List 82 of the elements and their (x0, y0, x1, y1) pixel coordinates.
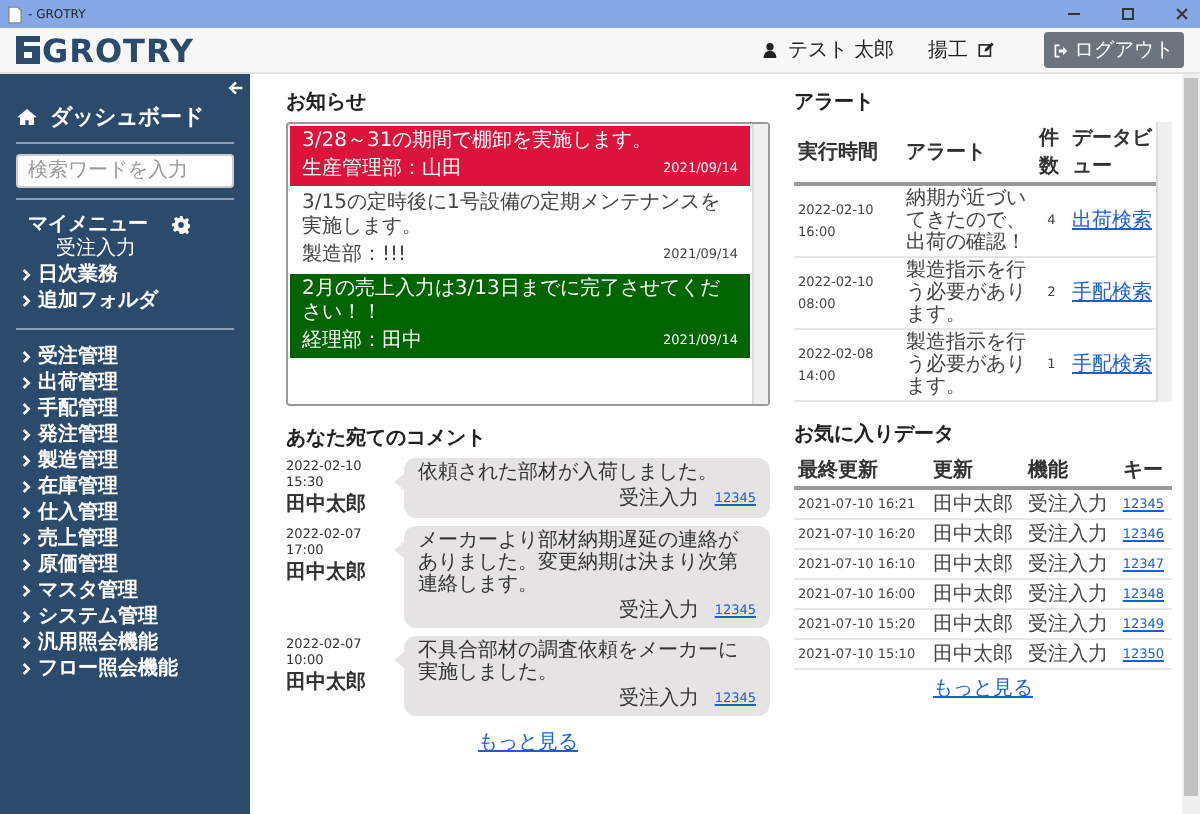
scrollbar[interactable] (1156, 122, 1172, 402)
comment-author: 田中太郎 (286, 490, 368, 518)
scrollbar[interactable] (752, 124, 768, 404)
table-cell: 受注入力 (1023, 579, 1119, 609)
menu-item[interactable]: 受注管理 (38, 344, 118, 370)
my-menu-item[interactable]: 受注入力 (16, 238, 234, 262)
comment-author: 田中太郎 (286, 668, 368, 696)
table-cell: 田中太郎 (928, 549, 1024, 579)
comment-message: 不具合部材の調査依頼をメーカーに実施しました。 (418, 640, 740, 684)
menu-item[interactable]: 仕入管理 (38, 500, 118, 526)
document-icon (8, 5, 22, 23)
folder-item[interactable]: 追加フォルダ (38, 288, 158, 314)
menu-item[interactable]: 売上管理 (38, 526, 118, 552)
menu-item[interactable]: システム管理 (38, 604, 158, 630)
logout-button[interactable]: ログアウト (1044, 32, 1184, 68)
search-link[interactable]: 手配検索 (1072, 354, 1152, 376)
menu-item[interactable]: 汎用照会機能 (38, 630, 158, 656)
maximize-icon[interactable] (1118, 4, 1138, 24)
settings-icon[interactable] (172, 215, 190, 233)
dashboard-link[interactable]: ダッシュボード (50, 102, 204, 132)
menu-item[interactable]: 製造管理 (38, 448, 118, 474)
table-cell: 納期が近づいてきたので、出荷の確認！ (902, 184, 1035, 257)
user-name: テスト 太郎 (787, 37, 894, 64)
comment-function: 受注入力 (618, 485, 699, 512)
comment-author: 田中太郎 (286, 558, 368, 586)
column-header: 最終更新 (794, 454, 929, 488)
menu-item[interactable]: フロー照会機能 (38, 656, 178, 682)
table-cell: 受注入力 (1023, 609, 1119, 639)
search-link[interactable]: 手配検索 (1072, 282, 1152, 304)
logout-icon (1054, 43, 1068, 57)
table-cell: 製造指示を行う必要があります。 (902, 257, 1035, 329)
table-cell: 受注入力 (1023, 639, 1119, 669)
search-field[interactable]: 検索ワードを入力 (16, 154, 234, 188)
table-cell: 受注入力 (1023, 519, 1119, 549)
comment-message: 依頼された部材が入荷しました。 (418, 462, 720, 484)
section-title: あなた宛てのコメント (286, 425, 488, 452)
table-cell: 製造指示を行う必要があります。 (902, 329, 1035, 401)
table-cell: 田中太郎 (928, 488, 1024, 519)
column-header: キー (1118, 454, 1172, 488)
search-link[interactable]: 出荷検索 (1072, 210, 1152, 232)
user-role: 揚工 (928, 38, 968, 64)
home-icon (16, 108, 38, 126)
menu-item[interactable]: 在庫管理 (38, 474, 118, 500)
table-cell: 田中太郎 (928, 639, 1024, 669)
column-header: 機能 (1023, 454, 1119, 488)
logo-icon (16, 36, 40, 64)
menu-item[interactable]: 原価管理 (38, 552, 118, 578)
notice-author: 経理部：田中 (302, 327, 422, 354)
menu-item[interactable]: 発注管理 (38, 422, 118, 448)
table-cell: 田中太郎 (928, 519, 1024, 549)
logo: GROTRY (42, 31, 194, 69)
folder-item[interactable]: 日次業務 (38, 262, 118, 288)
notice-author: 生産管理部：山田 (302, 155, 462, 182)
edit-icon[interactable] (978, 42, 994, 58)
table-cell: 受注入力 (1023, 549, 1119, 579)
table-cell: 田中太郎 (928, 609, 1024, 639)
section-title: アラート (794, 90, 876, 116)
more-link[interactable]: もっと見る (478, 728, 578, 756)
menu-item[interactable]: 出荷管理 (38, 370, 118, 396)
comment-function: 受注入力 (618, 685, 699, 712)
table-cell: 田中太郎 (928, 579, 1024, 609)
notice-author: 製造部：!!! (302, 241, 407, 268)
menu-item[interactable]: マスタ管理 (38, 578, 138, 604)
column-header: アラート (902, 122, 1035, 184)
notice-message: 3/28～31の期間で棚卸を実施します。 (302, 130, 655, 154)
comment-function: 受注入力 (618, 597, 699, 624)
menu-item[interactable]: 手配管理 (38, 396, 118, 422)
section-title: お知らせ (286, 89, 368, 116)
notice-message: 2月の売上入力は3/13日までに完了させてください！！ (302, 278, 722, 326)
section-title: お気に入りデータ (794, 421, 956, 448)
notice-message: 3/15の定時後に1号設備の定期メンテナンスを実施します。 (302, 192, 722, 240)
user-icon (761, 42, 778, 58)
close-icon[interactable] (1172, 4, 1192, 24)
column-header: 件数 (1034, 122, 1068, 184)
collapse-arrow-icon[interactable] (228, 80, 244, 96)
my-menu-title: マイメニュー (28, 212, 148, 237)
comment-message: メーカーより部材納期遅延の連絡がありました。変更納期は決まり次第連絡します。 (418, 530, 740, 596)
page-scrollbar[interactable] (1182, 74, 1200, 814)
more-link[interactable]: もっと見る (933, 674, 1033, 702)
column-header: 実行時間 (794, 122, 902, 184)
column-header: 更新 (928, 454, 1024, 488)
table-cell: 受注入力 (1023, 488, 1119, 519)
